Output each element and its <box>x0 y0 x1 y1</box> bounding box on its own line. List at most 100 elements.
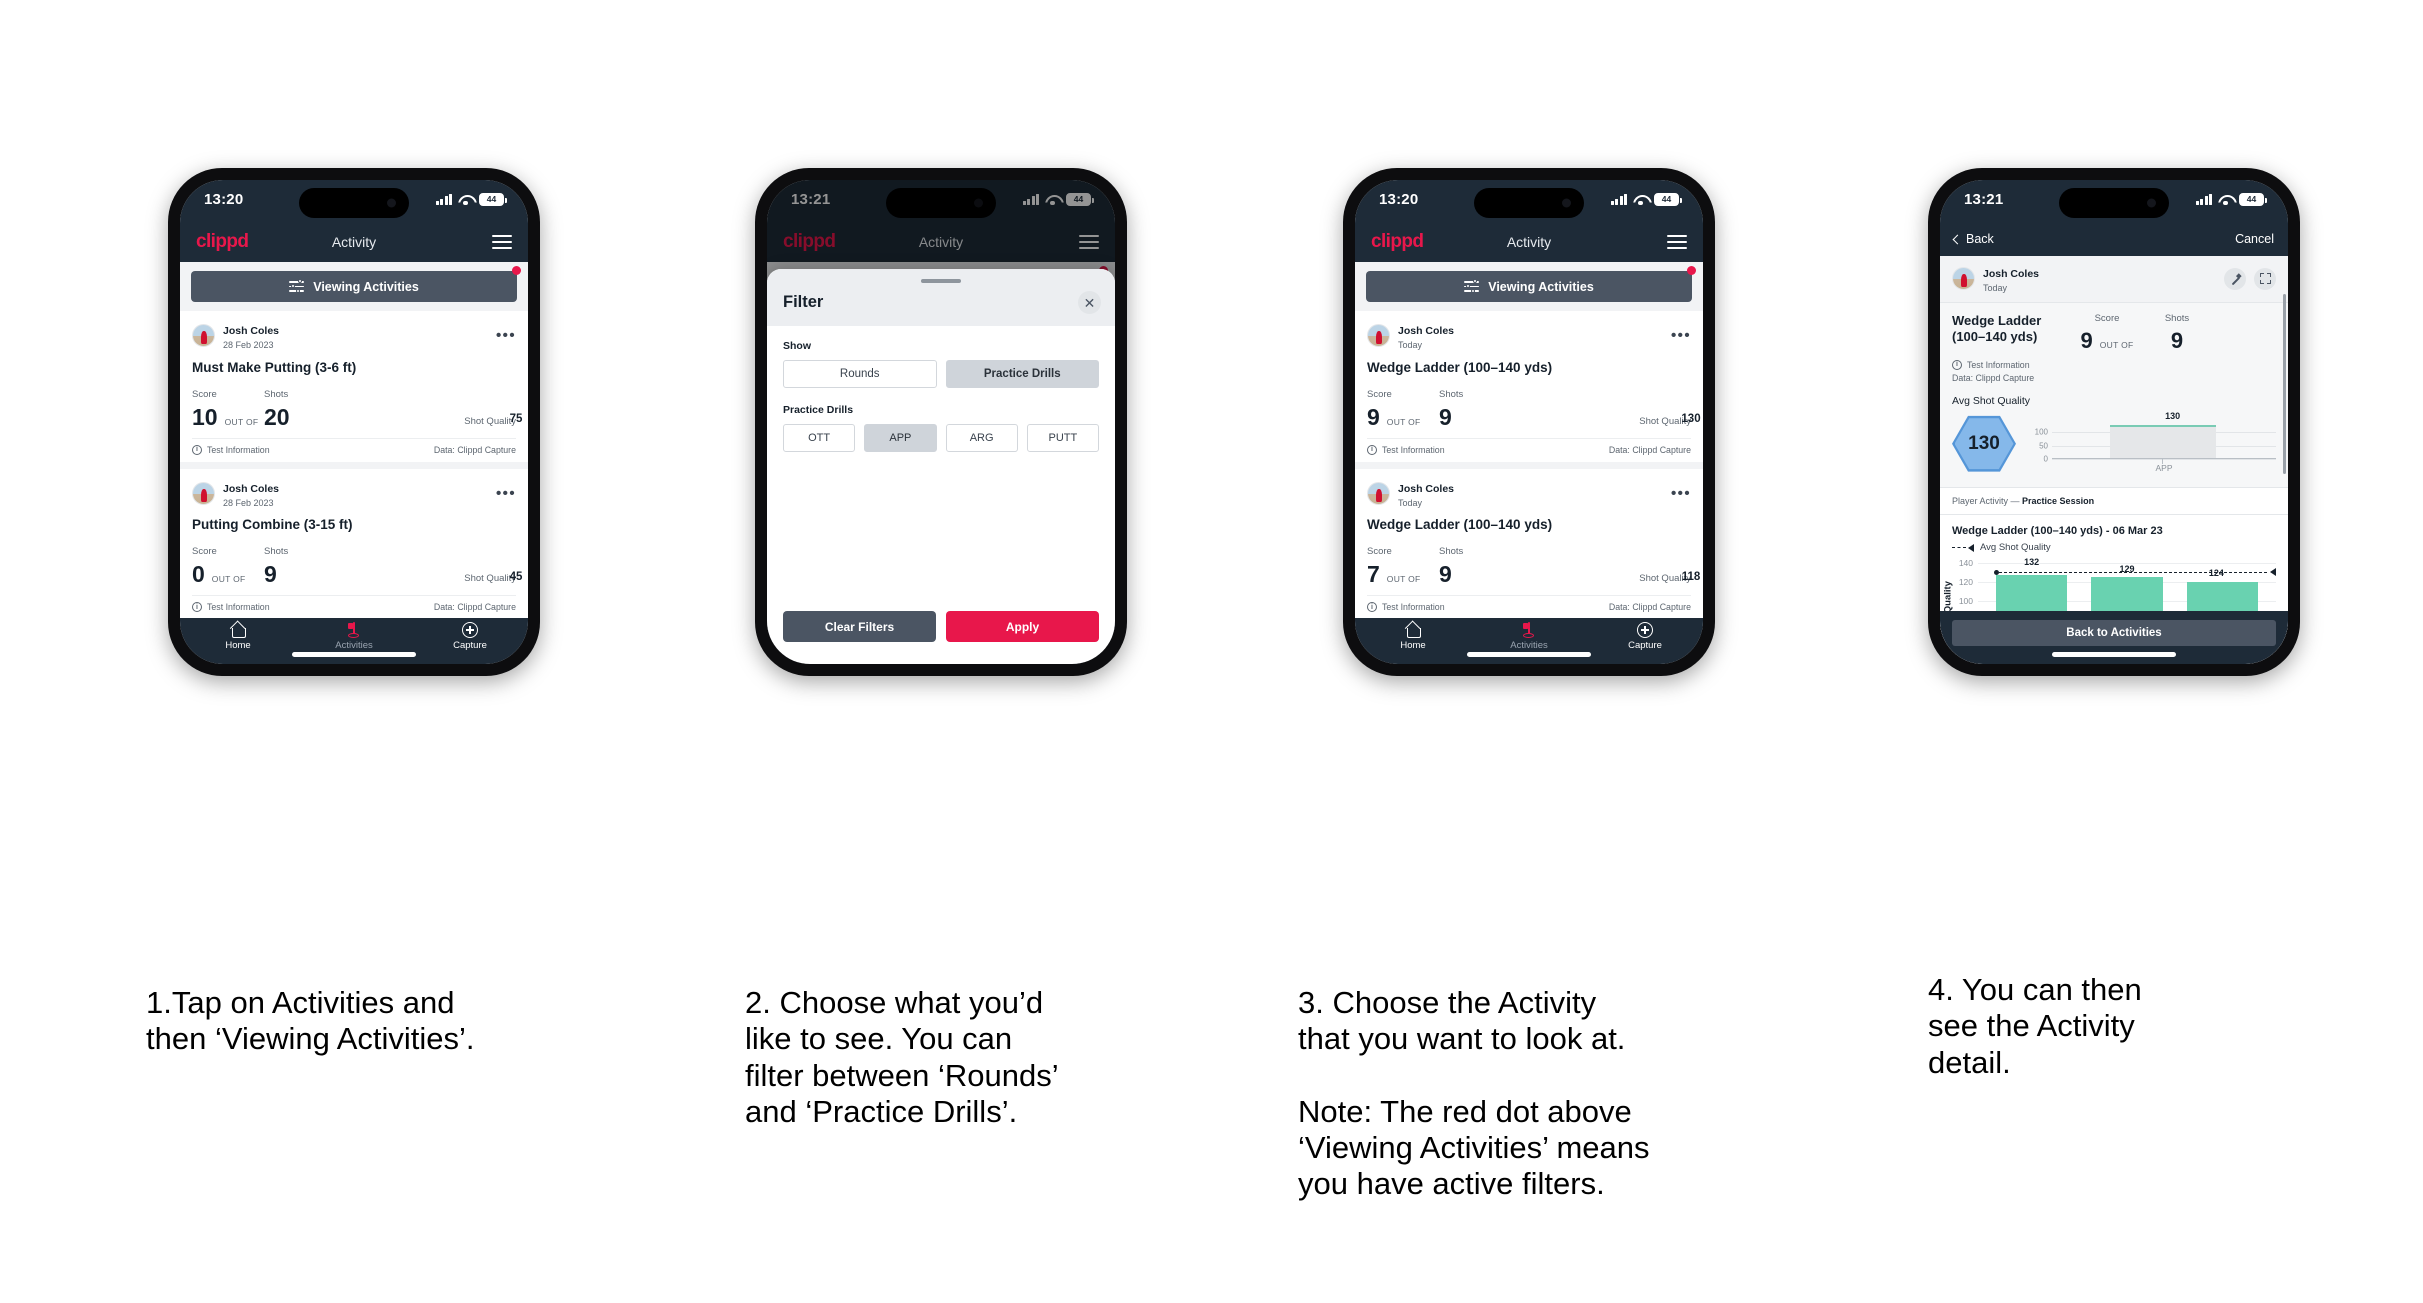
tab-capture[interactable]: Capture <box>412 622 528 651</box>
chart-trend-arrow <box>2270 567 2276 576</box>
apply-button[interactable]: Apply <box>946 611 1099 642</box>
back-to-activities-button[interactable]: Back to Activities <box>1952 620 2276 646</box>
tab-capture[interactable]: Capture <box>1587 622 1703 651</box>
drill-chip-arg[interactable]: ARG <box>945 424 1018 452</box>
active-filters-dot <box>1687 266 1696 275</box>
card-menu-icon[interactable]: ••• <box>496 328 516 343</box>
tab-activities[interactable]: Activities <box>1471 622 1587 651</box>
front-camera-icon <box>2147 198 2156 208</box>
show-option-rounds[interactable]: Rounds <box>783 360 937 388</box>
test-information-label: Test Information <box>1382 602 1445 613</box>
chart-bar-value: 129 <box>2119 563 2135 574</box>
test-information-label: Test Information <box>1382 444 1445 455</box>
drill-chip-app[interactable]: APP <box>864 424 937 452</box>
avatar <box>192 324 215 348</box>
caption-line: ‘Viewing Activities’ means <box>1298 1129 1650 1165</box>
filter-sheet: Filter ✕ Show Rounds Practice Drills Pra… <box>767 269 1115 664</box>
activity-card[interactable]: Josh Coles 28 Feb 2023 ••• Must Make Put… <box>180 311 528 462</box>
cellular-signal-icon <box>1610 193 1627 205</box>
caption-line: filter between ‘Rounds’ <box>745 1057 1059 1093</box>
viewing-activities-button[interactable]: Viewing Activities <box>191 271 517 302</box>
activity-feed[interactable]: Josh Coles 28 Feb 2023 ••• Must Make Put… <box>180 311 528 618</box>
cellular-signal-icon <box>2195 193 2212 205</box>
menu-icon[interactable] <box>1667 234 1687 250</box>
score-value: 9 OUT OF <box>2080 327 2134 353</box>
score-value: 0 OUT OF <box>192 561 246 588</box>
test-information-label: Test Information <box>207 602 270 613</box>
show-segmented-control: Rounds Practice Drills <box>783 360 1099 388</box>
bottom-tab-bar: Home Activities Capture <box>1355 618 1703 664</box>
show-option-practice-drills[interactable]: Practice Drills <box>945 360 1099 388</box>
caption-line: Note: The red dot above <box>1298 1093 1632 1129</box>
card-footer: i Test Information Data: Clippd Capture <box>1367 595 1691 618</box>
caption-line: then ‘Viewing Activities’. <box>146 1021 475 1057</box>
back-button[interactable]: Back <box>1952 232 1994 246</box>
score-stat: Score 0 OUT OF <box>192 541 264 586</box>
avatar <box>192 482 215 506</box>
close-icon[interactable]: ✕ <box>1078 291 1101 314</box>
home-icon <box>1406 623 1421 638</box>
detail-nav-bar: Back Cancel <box>1940 222 2288 256</box>
front-camera-icon <box>387 198 396 208</box>
user-name: Josh Coles <box>223 325 280 337</box>
tab-home[interactable]: Home <box>1355 622 1471 651</box>
viewing-activities-button[interactable]: Viewing Activities <box>1366 271 1692 302</box>
tab-home[interactable]: Home <box>180 622 296 651</box>
dashed-line-marker-icon <box>1952 543 1974 553</box>
shots-value: 9 <box>1439 561 1452 588</box>
activity-card[interactable]: Josh Coles Today ••• Wedge Ladder (100–1… <box>1355 311 1703 462</box>
tab-home-label: Home <box>1400 640 1426 651</box>
active-filters-dot <box>512 266 521 275</box>
cancel-button[interactable]: Cancel <box>2235 232 2274 246</box>
shots-label: Shots <box>264 388 289 400</box>
activity-card[interactable]: Josh Coles Today ••• Wedge Ladder (100–1… <box>1355 468 1703 618</box>
back-label: Back <box>1966 232 1994 246</box>
filter-sheet-header: Filter ✕ <box>767 269 1115 326</box>
mini-chart-ytick: 0 <box>2043 454 2048 464</box>
phone-2-filter-sheet: 13:21 44 clippd Activity Viewing Activit… <box>755 168 1127 676</box>
player-activity-prefix: Player Activity — <box>1952 495 2023 506</box>
filter-bar-container: Viewing Activities <box>1355 262 1703 311</box>
tab-activities[interactable]: Activities <box>296 622 412 651</box>
card-menu-icon[interactable]: ••• <box>1671 328 1691 343</box>
practice-drills-group-label: Practice Drills <box>783 404 854 416</box>
tutorial-canvas: 13:20 44 clippd Activity Viewing Activit… <box>0 0 2423 1303</box>
app-header: clippd Activity <box>180 222 528 262</box>
data-source-label: Data: Clippd Capture <box>1608 444 1691 455</box>
data-source-label: Data: Clippd Capture <box>1952 372 2035 383</box>
activity-feed[interactable]: Josh Coles Today ••• Wedge Ladder (100–1… <box>1355 311 1703 618</box>
activity-card[interactable]: Josh Coles 28 Feb 2023 ••• Putting Combi… <box>180 468 528 618</box>
score-stat: Score 7 OUT OF <box>1367 541 1439 586</box>
detail-meta-row: i Test Information <box>1952 359 2276 370</box>
shots-label: Shots <box>1439 388 1464 400</box>
edit-button[interactable] <box>2224 267 2246 290</box>
tab-home-label: Home <box>225 640 251 651</box>
avg-shot-quality-hex-badge: 130 <box>1952 415 2016 473</box>
mini-chart-ytick: 50 <box>2039 441 2048 451</box>
avatar <box>1952 267 1975 291</box>
menu-icon[interactable] <box>492 234 512 250</box>
battery-icon: 44 <box>2239 192 2267 206</box>
shots-stat: Shots 20 <box>264 384 350 429</box>
tab-activities-label: Activities <box>1510 640 1548 651</box>
caption-step-4: 4. You can then see the Activity detail. <box>1928 972 2408 1081</box>
player-activity-type: Practice Session <box>2022 495 2095 506</box>
phone-3-filtered-list: 13:20 44 clippd Activity Viewing Activit… <box>1343 168 1715 676</box>
detail-title: Wedge Ladder (100–140 yds) <box>1952 312 2042 344</box>
card-menu-icon[interactable]: ••• <box>496 486 516 501</box>
out-of-label: OUT OF <box>2099 339 2134 350</box>
detail-scroll-area[interactable]: Josh Coles Today Wedge Ladder (100–140 y… <box>1940 256 2288 664</box>
shots-label: Shots <box>264 546 289 558</box>
card-menu-icon[interactable]: ••• <box>1671 486 1691 501</box>
drill-chip-ott[interactable]: OTT <box>783 424 856 452</box>
drill-chip-putt[interactable]: PUTT <box>1026 424 1099 452</box>
clear-filters-button[interactable]: Clear Filters <box>783 611 936 642</box>
detail-shots-stat: Shots 9 <box>2150 313 2204 352</box>
scrollbar[interactable] <box>2283 294 2286 474</box>
card-divider <box>1355 461 1703 469</box>
fullscreen-button[interactable] <box>2254 267 2276 290</box>
sheet-grabber[interactable] <box>921 279 961 283</box>
out-of-label: OUT OF <box>1386 416 1421 427</box>
detail-summary: Wedge Ladder (100–140 yds) Score 9 OUT OF… <box>1940 302 2288 487</box>
activity-date: 28 Feb 2023 <box>223 498 274 509</box>
